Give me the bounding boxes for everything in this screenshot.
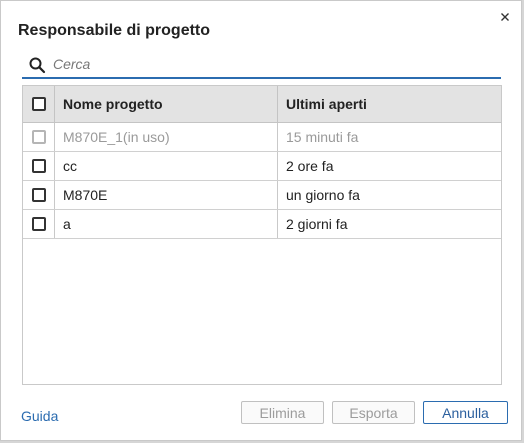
- row-checkbox: [31, 130, 46, 144]
- select-all-checkbox[interactable]: [31, 97, 46, 111]
- table-header-row: Nome progetto Ultimi aperti: [23, 86, 501, 123]
- project-name: a: [55, 210, 278, 238]
- search-input[interactable]: [53, 53, 493, 75]
- search-box: [22, 53, 501, 79]
- project-last-opened: 2 ore fa: [286, 158, 334, 174]
- row-checkbox-cell: [23, 123, 55, 151]
- table-row[interactable]: M870E un giorno fa: [23, 181, 501, 210]
- close-icon: [501, 13, 509, 21]
- row-checkbox[interactable]: [31, 159, 46, 173]
- project-last-opened: 15 minuti fa: [286, 129, 359, 145]
- project-last-opened: un giorno fa: [286, 187, 360, 203]
- project-last-opened: 2 giorni fa: [286, 216, 348, 232]
- search-icon: [29, 57, 46, 74]
- project-name: M870E: [55, 181, 278, 209]
- row-checkbox[interactable]: [31, 217, 46, 231]
- project-manager-dialog: Responsabile di progetto Nome progetto U…: [0, 0, 522, 441]
- table-row[interactable]: a 2 giorni fa: [23, 210, 501, 239]
- row-checkbox-cell: [23, 210, 55, 238]
- projects-table: Nome progetto Ultimi aperti M870E_1(in u…: [22, 85, 502, 385]
- cancel-button[interactable]: Annulla: [423, 401, 508, 424]
- row-checkbox[interactable]: [31, 188, 46, 202]
- row-checkbox-cell: [23, 181, 55, 209]
- column-header-name[interactable]: Nome progetto: [55, 86, 278, 122]
- select-all-cell: [23, 86, 55, 122]
- dialog-title: Responsabile di progetto: [18, 22, 211, 39]
- row-checkbox-cell: [23, 152, 55, 180]
- project-name: M870E_1(in uso): [55, 123, 278, 151]
- close-button[interactable]: [497, 9, 513, 25]
- export-button[interactable]: Esporta: [332, 401, 415, 424]
- help-link[interactable]: Guida: [21, 408, 58, 424]
- table-row: M870E_1(in uso) 15 minuti fa: [23, 123, 501, 152]
- delete-button[interactable]: Elimina: [241, 401, 324, 424]
- project-name: cc: [55, 152, 278, 180]
- column-header-last-opened[interactable]: Ultimi aperti: [278, 86, 501, 122]
- table-row[interactable]: cc 2 ore fa: [23, 152, 501, 181]
